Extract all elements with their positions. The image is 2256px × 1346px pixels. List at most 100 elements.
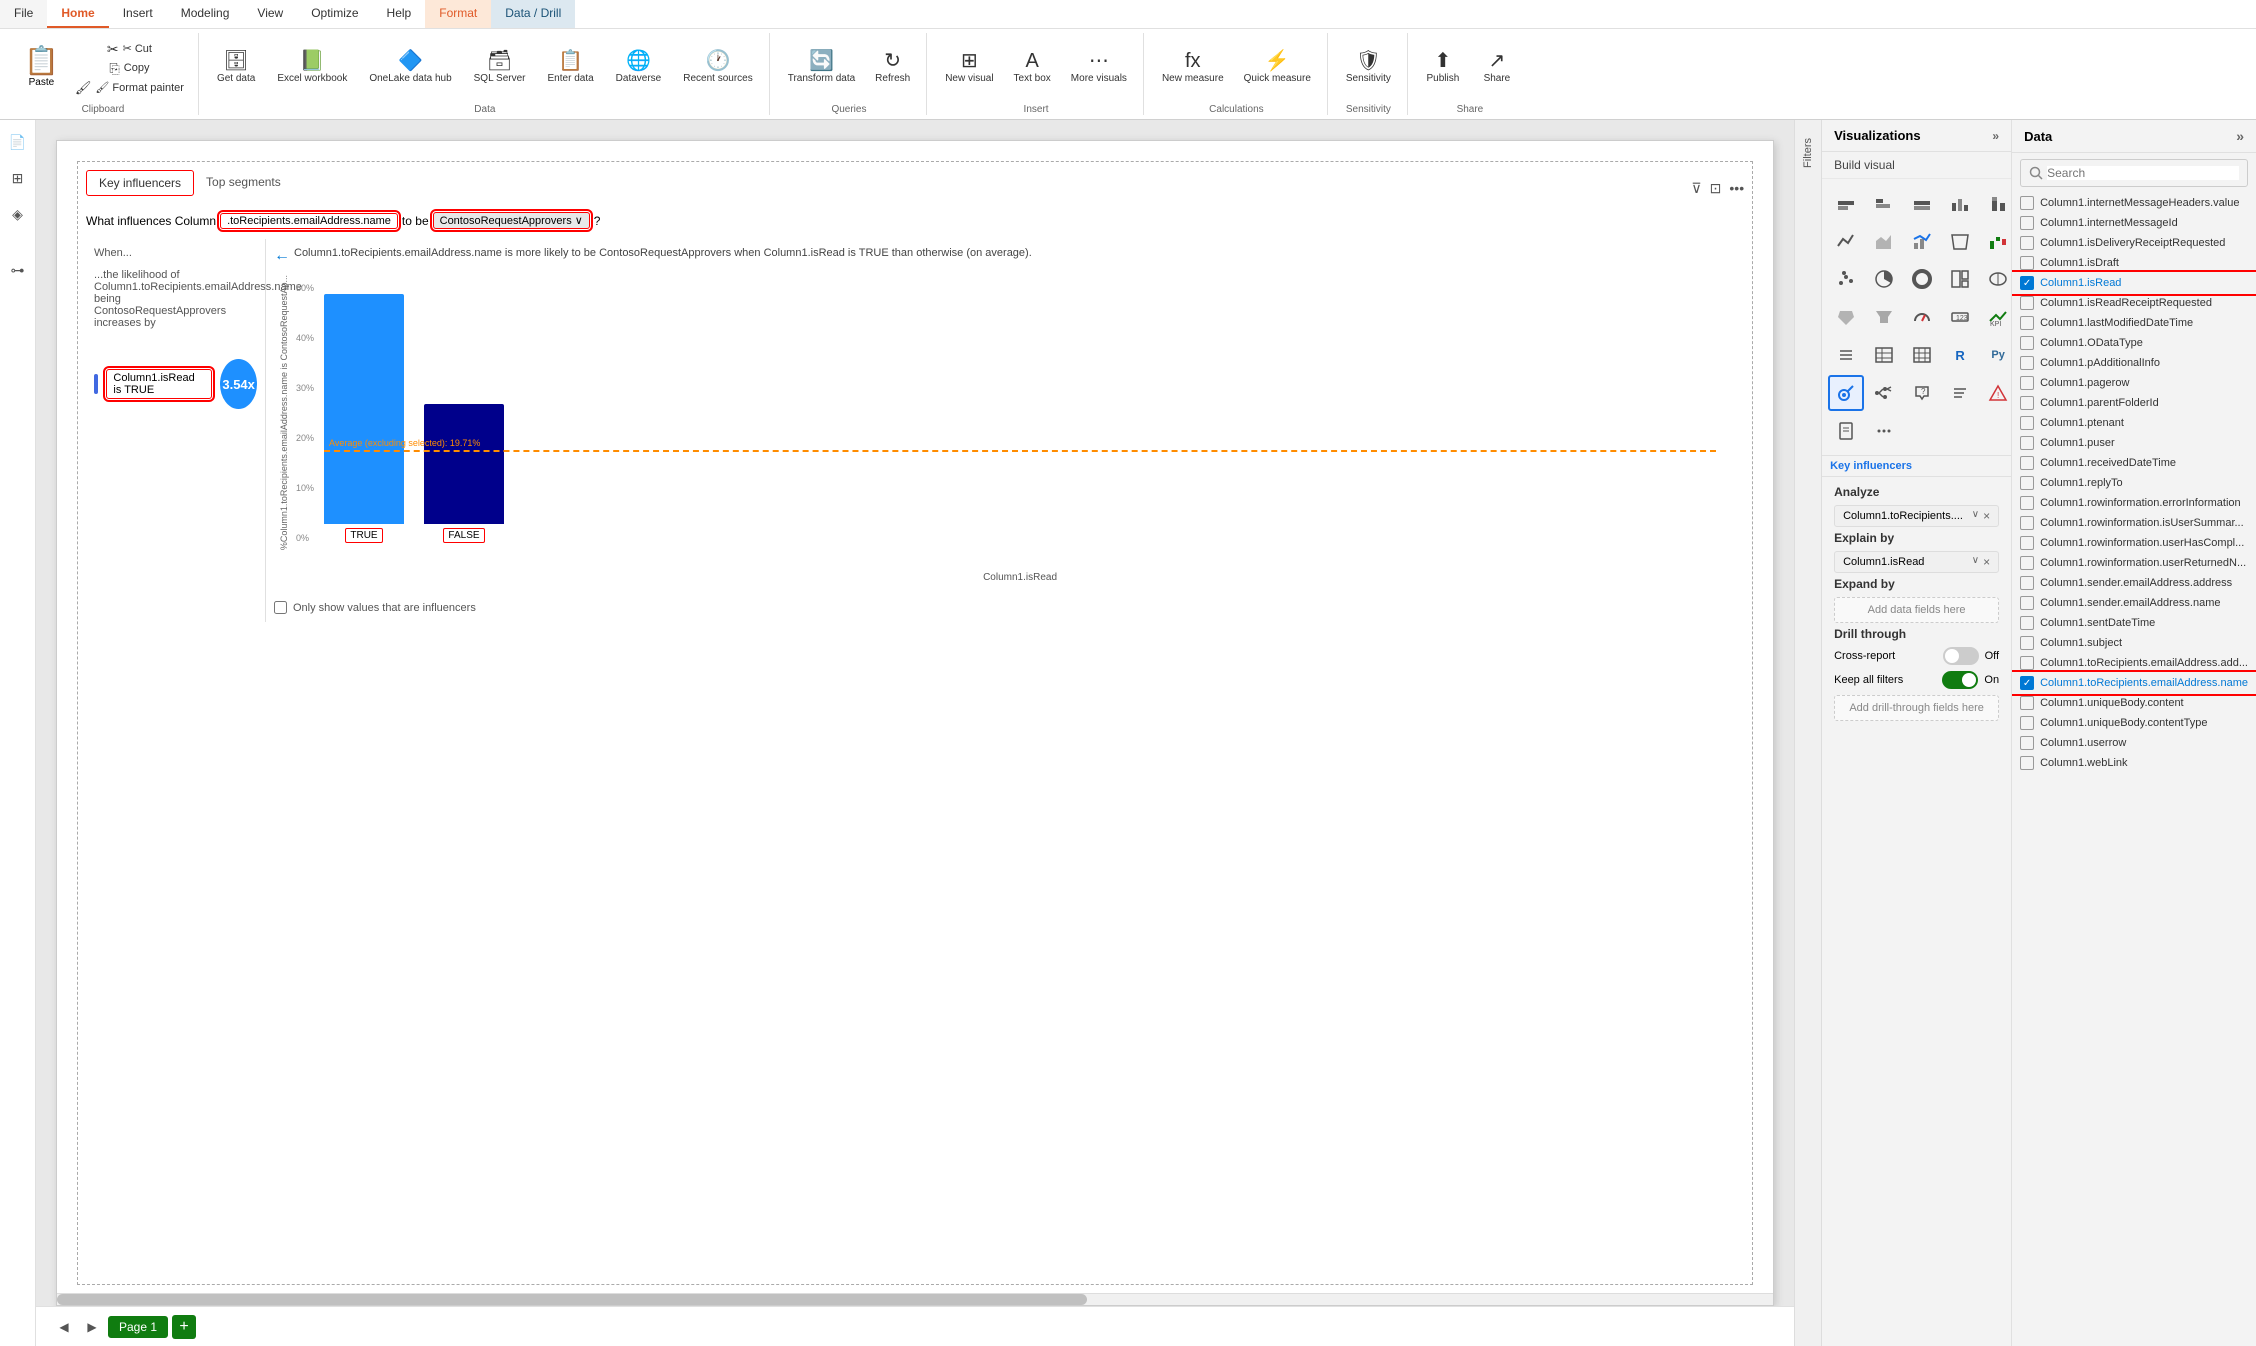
checkbox-puser[interactable] xyxy=(2020,436,2034,450)
viz-filled-map[interactable] xyxy=(1828,299,1864,335)
checkbox-sentDateTime[interactable] xyxy=(2020,616,2034,630)
data-item-toRecipientsEmailAdd[interactable]: Column1.toRecipients.emailAddress.add... xyxy=(2012,653,2256,673)
viz-r-visual[interactable]: R xyxy=(1942,337,1978,373)
checkbox-toRecipientsEmailAdd[interactable] xyxy=(2020,656,2034,670)
viz-table[interactable] xyxy=(1866,337,1902,373)
data-item-lastModifiedDateTime[interactable]: Column1.lastModifiedDateTime xyxy=(2012,313,2256,333)
keep-filters-toggle-control[interactable] xyxy=(1942,671,1978,689)
analyze-field-expand[interactable]: ∨ xyxy=(1972,509,1979,523)
tab-format[interactable]: Format xyxy=(425,0,491,28)
publish-button[interactable]: ⬆ Publish xyxy=(1418,47,1468,88)
data-item-rowinfoUserHasCompl[interactable]: Column1.rowinformation.userHasCompl... xyxy=(2012,533,2256,553)
viz-donut[interactable] xyxy=(1904,261,1940,297)
data-item-receivedDateTime[interactable]: Column1.receivedDateTime xyxy=(2012,453,2256,473)
checkbox-isDraft[interactable] xyxy=(2020,256,2034,270)
get-data-button[interactable]: 🗄 Get data xyxy=(209,47,263,88)
checkbox-ptenant[interactable] xyxy=(2020,416,2034,430)
viz-area[interactable] xyxy=(1866,223,1902,259)
checkbox-parentFolderId[interactable] xyxy=(2020,396,2034,410)
data-item-rowinfoErrorInformation[interactable]: Column1.rowinformation.errorInformation xyxy=(2012,493,2256,513)
dataverse-button[interactable]: 🌐 Dataverse xyxy=(608,47,670,88)
quick-measure-button[interactable]: ⚡ Quick measure xyxy=(1236,47,1319,88)
checkbox-replyTo[interactable] xyxy=(2020,476,2034,490)
viz-more-a[interactable] xyxy=(1866,413,1902,449)
sql-button[interactable]: 🗃 SQL Server xyxy=(466,47,534,88)
viz-matrix[interactable] xyxy=(1904,337,1940,373)
viz-qa[interactable]: ? xyxy=(1904,375,1940,411)
checkbox-pagerow[interactable] xyxy=(2020,376,2034,390)
checkbox-webLink[interactable] xyxy=(2020,756,2034,770)
checkbox-rowinfoErrorInformation[interactable] xyxy=(2020,496,2034,510)
viz-stacked-col[interactable] xyxy=(1980,185,2012,221)
viz-anomaly[interactable]: ! xyxy=(1980,375,2012,411)
checkbox-rowinfoUserHasCompl[interactable] xyxy=(2020,536,2034,550)
keep-filters-toggle[interactable]: On xyxy=(1942,671,1999,689)
more-visuals-button[interactable]: ⋯ More visuals xyxy=(1063,47,1135,88)
viz-paginated[interactable] xyxy=(1828,413,1864,449)
more-options-icon[interactable]: ••• xyxy=(1729,180,1744,196)
only-influencers-checkbox[interactable] xyxy=(274,601,287,614)
report-view-icon[interactable]: 📄 xyxy=(4,128,32,156)
excel-workbook-button[interactable]: 📗 Excel workbook xyxy=(269,47,355,88)
data-item-rowinfoIsUserSummar[interactable]: Column1.rowinformation.isUserSummar... xyxy=(2012,513,2256,533)
viz-stacked-100[interactable] xyxy=(1904,185,1940,221)
checkbox-internetMessageHeaders[interactable] xyxy=(2020,196,2034,210)
tab-home[interactable]: Home xyxy=(47,0,108,28)
data-item-uniqueBodyContent[interactable]: Column1.uniqueBody.content xyxy=(2012,693,2256,713)
viz-pie[interactable] xyxy=(1866,261,1902,297)
checkbox-isDeliveryReceiptRequested[interactable] xyxy=(2020,236,2034,250)
top-segments-tab[interactable]: Top segments xyxy=(194,170,293,196)
data-item-isDeliveryReceiptRequested[interactable]: Column1.isDeliveryReceiptRequested xyxy=(2012,233,2256,253)
viz-line-cluster[interactable] xyxy=(1904,223,1940,259)
data-item-uniqueBodyContentType[interactable]: Column1.uniqueBody.contentType xyxy=(2012,713,2256,733)
checkbox-userrow[interactable] xyxy=(2020,736,2034,750)
viz-treemap[interactable] xyxy=(1942,261,1978,297)
tab-modeling[interactable]: Modeling xyxy=(167,0,244,28)
explain-field-expand[interactable]: ∨ xyxy=(1972,555,1979,569)
checkbox-uniqueBodyContentType[interactable] xyxy=(2020,716,2034,730)
scroll-thumb[interactable] xyxy=(57,1294,1087,1305)
format-painter-button[interactable]: 🖌 🖌 Format painter xyxy=(69,79,190,96)
share-button[interactable]: ↗ Share xyxy=(1472,47,1522,88)
enter-data-button[interactable]: 📋 Enter data xyxy=(540,47,602,88)
tab-help[interactable]: Help xyxy=(373,0,426,28)
viz-ribbon[interactable] xyxy=(1942,223,1978,259)
drill-through-add-field[interactable]: Add drill-through fields here xyxy=(1834,695,1999,721)
analyze-field-remove[interactable]: × xyxy=(1983,509,1990,523)
data-item-isRead[interactable]: ✓ Column1.isRead xyxy=(2012,273,2256,293)
paste-button[interactable]: 📋 Paste xyxy=(16,40,67,96)
data-item-internetMessageId[interactable]: Column1.internetMessageId xyxy=(2012,213,2256,233)
checkbox-pAdditionalInfo[interactable] xyxy=(2020,356,2034,370)
viz-smart-narrative[interactable] xyxy=(1942,375,1978,411)
viz-expand-btn[interactable]: » xyxy=(1992,129,1999,143)
value-field-dropdown[interactable]: ContosoRequestApprovers ∨ xyxy=(433,212,590,229)
onelake-button[interactable]: 🔷 OneLake data hub xyxy=(361,47,459,88)
checkbox-isRead[interactable]: ✓ xyxy=(2020,276,2034,290)
cut-button[interactable]: ✂ ✂ Cut xyxy=(69,40,190,58)
data-item-toRecipientsEmailName[interactable]: ✓ Column1.toRecipients.emailAddress.name xyxy=(2012,673,2256,693)
influencer-row[interactable]: Column1.isRead is TRUE 3.54x xyxy=(94,359,257,409)
viz-funnel[interactable] xyxy=(1866,299,1902,335)
tab-data-drill[interactable]: Data / Drill xyxy=(491,0,575,28)
cross-report-toggle[interactable]: Off xyxy=(1943,647,1999,665)
transform-data-button[interactable]: 🔄 Transform data xyxy=(780,47,863,88)
viz-column[interactable] xyxy=(1942,185,1978,221)
model-view-icon[interactable]: ◈ xyxy=(4,200,32,228)
viz-card[interactable]: 123 xyxy=(1942,299,1978,335)
analyze-field-pill[interactable]: Column1.toRecipients.... ∨ × xyxy=(1834,505,1999,527)
data-item-internetMessageHeaders[interactable]: Column1.internetMessageHeaders.value xyxy=(2012,193,2256,213)
data-item-oDataType[interactable]: Column1.ODataType xyxy=(2012,333,2256,353)
data-item-rowinfoUserReturnedN[interactable]: Column1.rowinformation.userReturnedN... xyxy=(2012,553,2256,573)
tab-optimize[interactable]: Optimize xyxy=(297,0,372,28)
checkbox-uniqueBodyContent[interactable] xyxy=(2020,696,2034,710)
data-item-replyTo[interactable]: Column1.replyTo xyxy=(2012,473,2256,493)
new-measure-button[interactable]: fx New measure xyxy=(1154,47,1232,88)
checkbox-lastModifiedDateTime[interactable] xyxy=(2020,316,2034,330)
viz-python-visual[interactable]: Py xyxy=(1980,337,2012,373)
checkbox-rowinfoUserReturnedN[interactable] xyxy=(2020,556,2034,570)
data-item-puser[interactable]: Column1.puser xyxy=(2012,433,2256,453)
checkbox-rowinfoIsUserSummar[interactable] xyxy=(2020,516,2034,530)
filter-icon[interactable]: ⊽ xyxy=(1691,180,1701,197)
data-expand-btn[interactable]: » xyxy=(2236,128,2244,144)
checkbox-senderEmailName[interactable] xyxy=(2020,596,2034,610)
